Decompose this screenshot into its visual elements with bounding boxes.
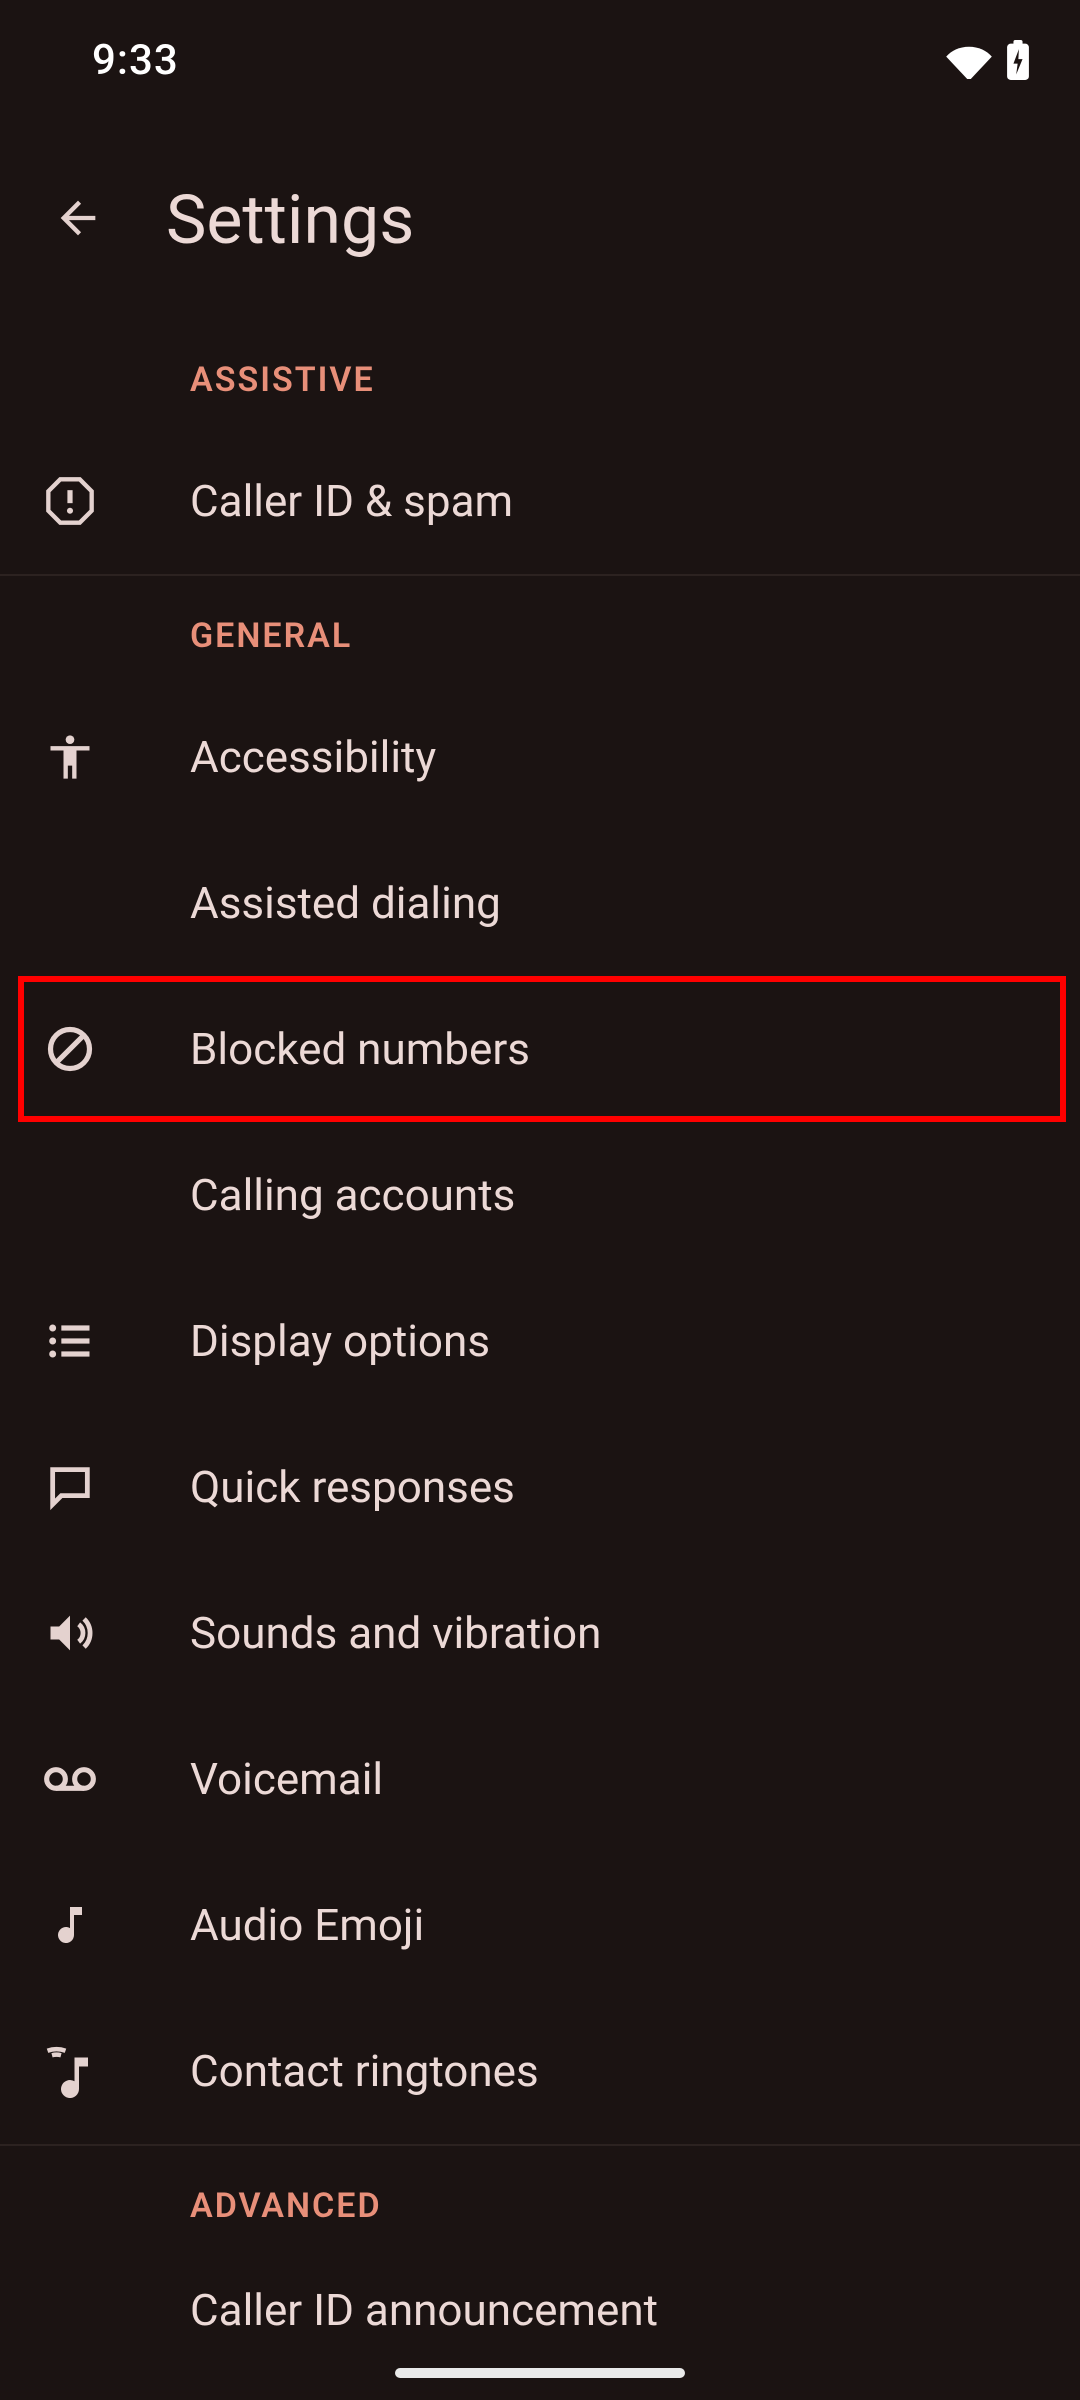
row-label: Contact ringtones	[190, 2045, 539, 2097]
volume-icon	[40, 1603, 100, 1663]
row-voicemail[interactable]: Voicemail	[0, 1706, 1080, 1852]
ringtone-icon	[40, 2041, 100, 2101]
row-display-options[interactable]: Display options	[0, 1268, 1080, 1414]
row-label: Blocked numbers	[190, 1023, 530, 1075]
section-header-assistive: ASSISTIVE	[0, 350, 1080, 428]
row-accessibility[interactable]: Accessibility	[0, 684, 1080, 830]
page-title: Settings	[166, 180, 414, 260]
row-contact-ringtones[interactable]: Contact ringtones	[0, 1998, 1080, 2144]
wifi-icon	[946, 41, 992, 79]
highlight-box	[18, 976, 1066, 1122]
row-quick-responses[interactable]: Quick responses	[0, 1414, 1080, 1560]
app-bar: Settings	[0, 120, 1080, 320]
row-label: Caller ID & spam	[190, 475, 513, 527]
alert-octagon-icon	[40, 471, 100, 531]
status-bar: 9:33	[0, 0, 1080, 120]
row-label: Assisted dialing	[190, 877, 501, 929]
row-label: Accessibility	[190, 731, 436, 783]
row-caller-id-announcement[interactable]: Caller ID announcement	[0, 2254, 1080, 2352]
row-label: Caller ID announcement	[190, 2288, 658, 2332]
status-icons	[946, 40, 1030, 80]
block-icon	[40, 1019, 100, 1079]
row-label: Audio Emoji	[190, 1899, 424, 1951]
row-label: Calling accounts	[190, 1169, 515, 1221]
arrow-back-icon	[52, 192, 104, 248]
status-time: 9:33	[92, 36, 179, 85]
row-blocked-numbers[interactable]: Blocked numbers	[0, 976, 1080, 1122]
row-sounds-vibration[interactable]: Sounds and vibration	[0, 1560, 1080, 1706]
navigation-handle[interactable]	[395, 2368, 685, 2378]
row-label: Quick responses	[190, 1461, 515, 1513]
row-label: Display options	[190, 1315, 490, 1367]
section-header-general: GENERAL	[0, 576, 1080, 684]
list-icon	[40, 1311, 100, 1371]
row-calling-accounts[interactable]: Calling accounts	[0, 1122, 1080, 1268]
settings-list: ASSISTIVE Caller ID & spam GENERAL Acces…	[0, 320, 1080, 2352]
battery-charging-icon	[1006, 40, 1030, 80]
music-note-icon	[40, 1895, 100, 1955]
row-audio-emoji[interactable]: Audio Emoji	[0, 1852, 1080, 1998]
section-header-advanced: ADVANCED	[0, 2146, 1080, 2254]
back-button[interactable]	[30, 172, 126, 268]
row-assisted-dialing[interactable]: Assisted dialing	[0, 830, 1080, 976]
row-label: Voicemail	[190, 1753, 383, 1805]
accessibility-icon	[40, 727, 100, 787]
row-label: Sounds and vibration	[190, 1607, 601, 1659]
row-caller-id-spam[interactable]: Caller ID & spam	[0, 428, 1080, 574]
voicemail-icon	[40, 1749, 100, 1809]
chat-icon	[40, 1457, 100, 1517]
